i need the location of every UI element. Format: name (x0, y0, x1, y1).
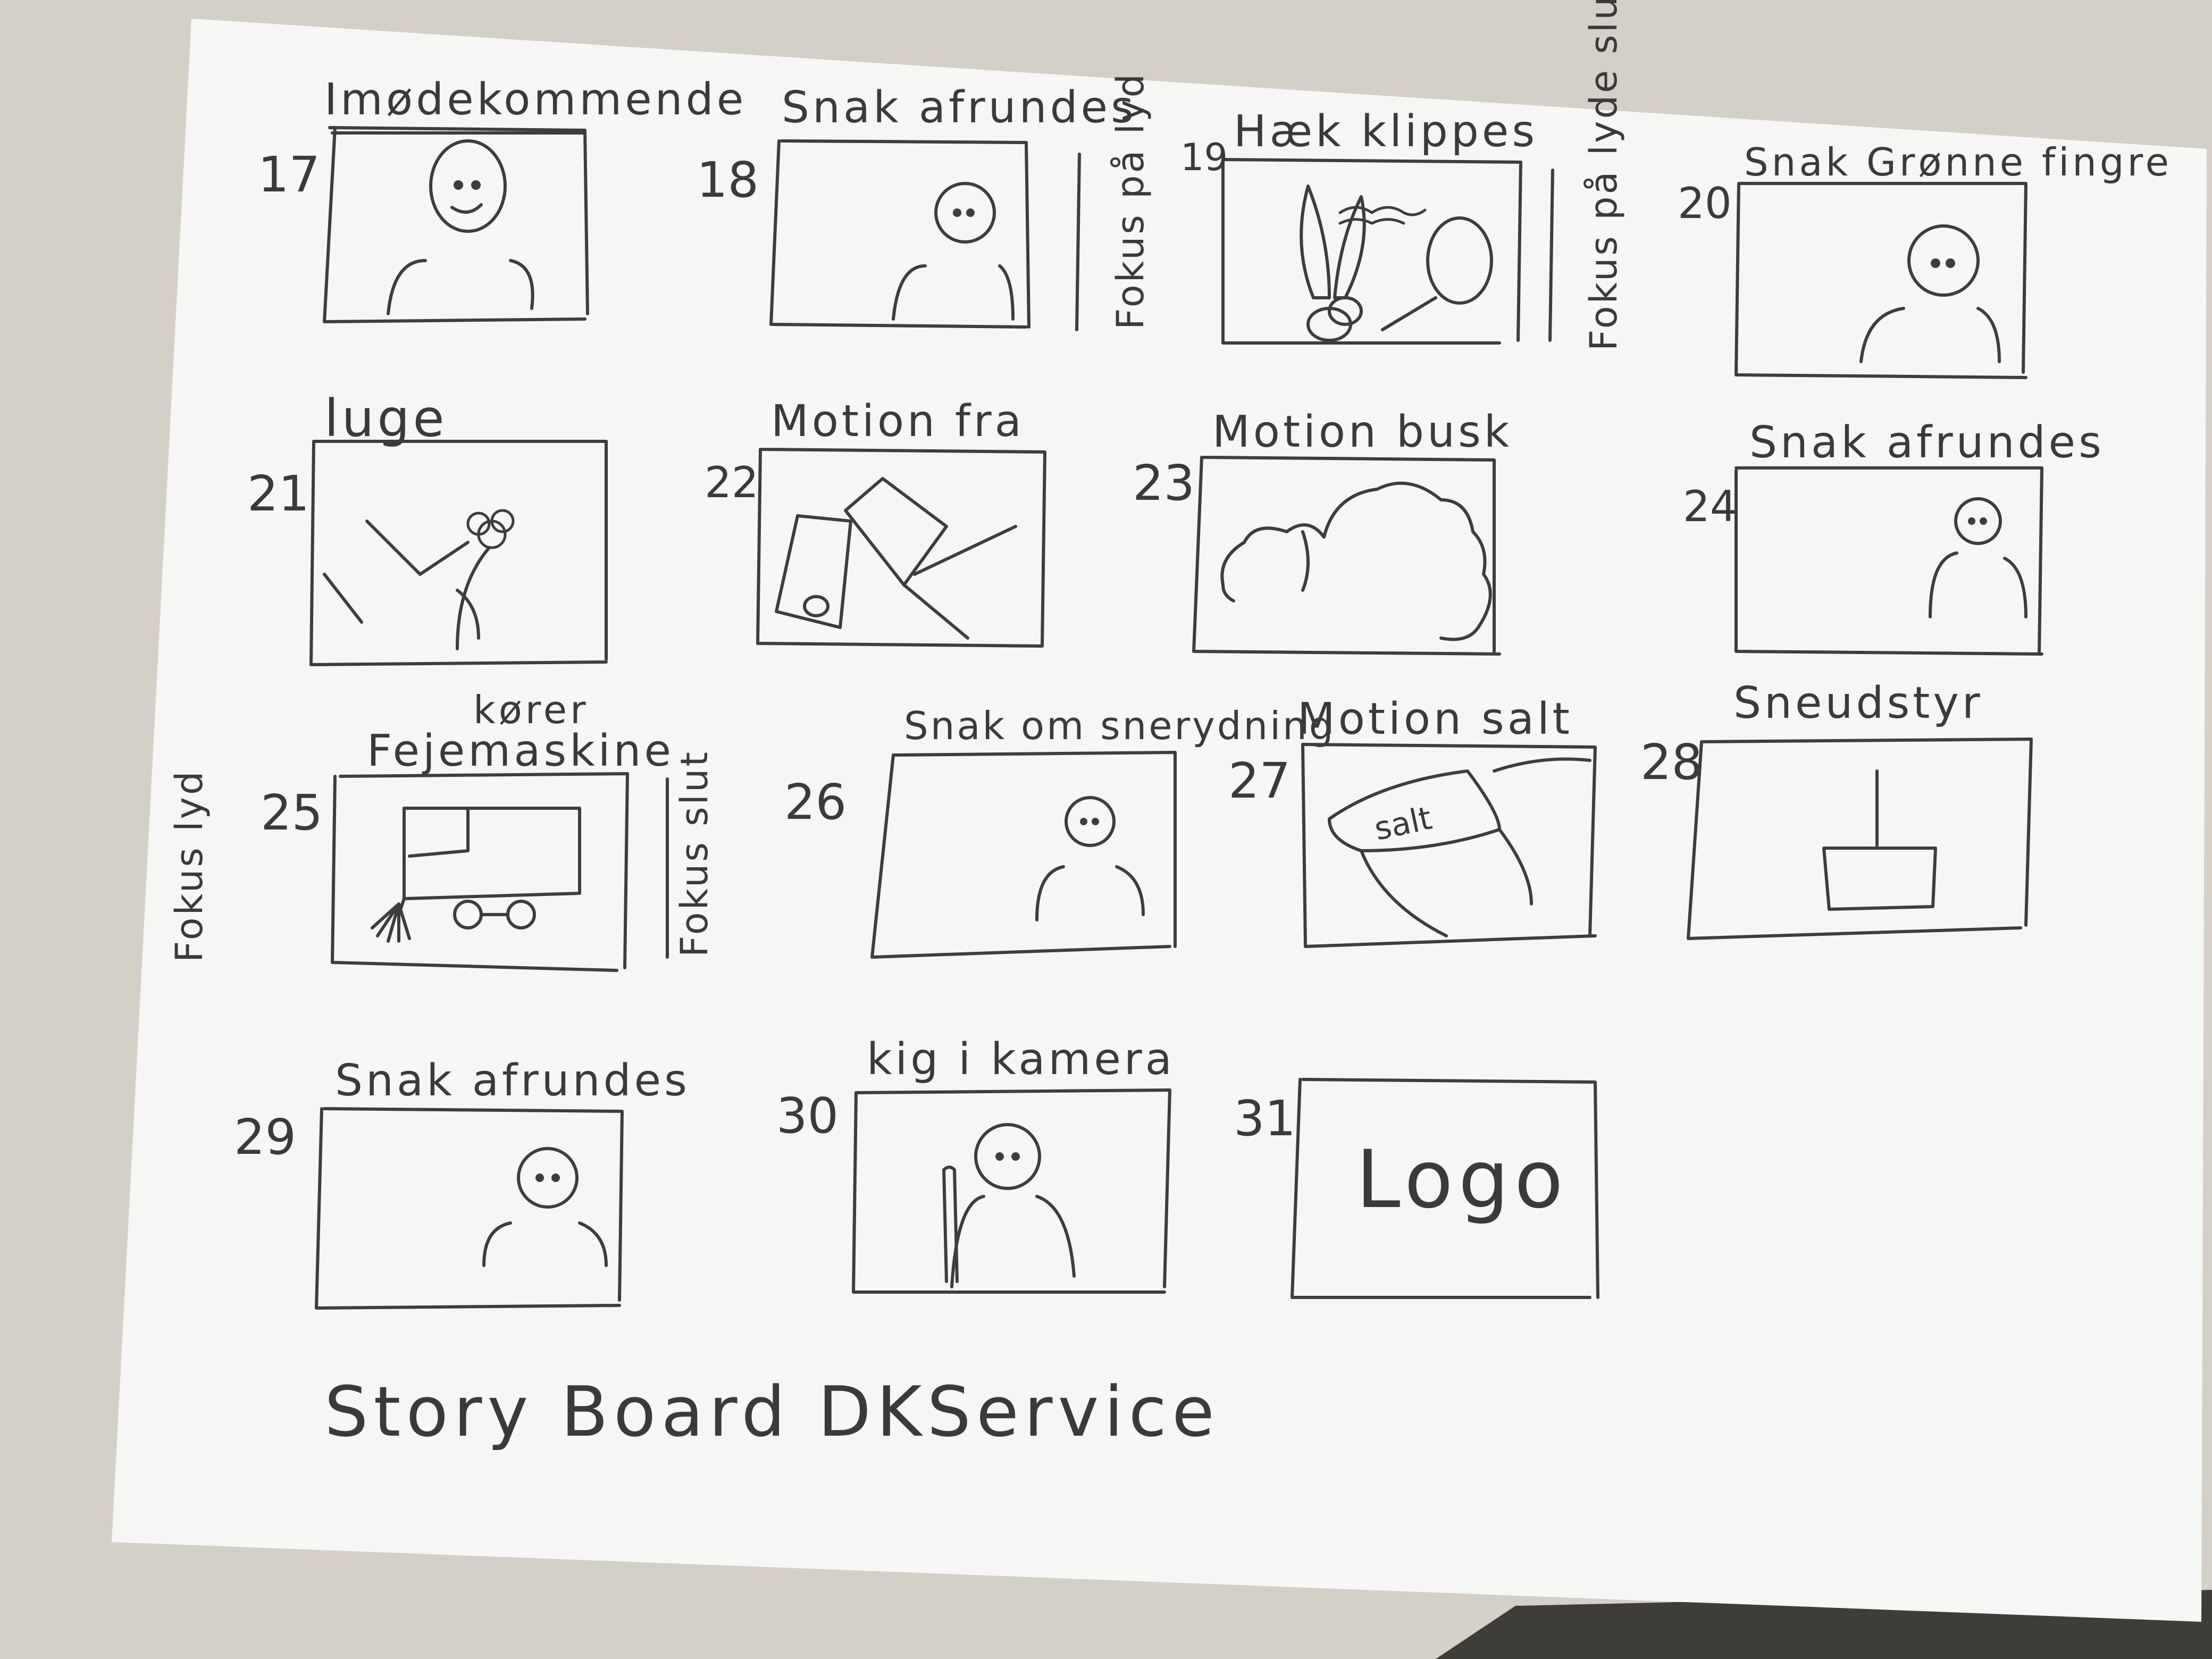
frame-number: 27 (1228, 752, 1291, 809)
storyboard-photo: 17 Imødekommende 18 Snak afrundes Fokus … (0, 0, 2212, 1659)
page-title: Story Board DKService (324, 1371, 1220, 1452)
frame-caption: luge (324, 389, 448, 448)
frame-number: 17 (258, 146, 320, 203)
side-note-after-25: Fokus slut (673, 750, 716, 957)
side-note-before-25: Fokus lyd (167, 769, 211, 962)
frame-number: 28 (1640, 734, 1703, 791)
frame-number: 29 (234, 1109, 296, 1166)
side-note-18: Fokus på lyd (1109, 72, 1152, 330)
frame-number: 24 (1683, 482, 1737, 531)
frame-caption: Imødekommende (324, 74, 747, 125)
frame-caption: Hæk klippes (1234, 106, 1538, 157)
frame-number: 18 (697, 152, 759, 208)
frame-caption: Snak Grønne fingre (1744, 140, 2172, 185)
frame-number: 22 (705, 458, 759, 507)
frame-number: 21 (247, 465, 309, 522)
frame-number: 30 (776, 1087, 839, 1144)
frame-caption: Fejemaskine (367, 726, 674, 776)
frame-caption: Motion busk (1212, 407, 1512, 457)
frame-number: 19 (1180, 136, 1228, 179)
storyboard-sheet: 17 Imødekommende 18 Snak afrundes Fokus … (0, 0, 2212, 1659)
frame-number: 20 (1678, 179, 1732, 228)
frame-number: 23 (1133, 455, 1195, 512)
frame-caption: Snak afrundes (782, 82, 1137, 133)
frame-caption: Snak om snerydning (904, 703, 1335, 748)
side-note-19: Fokus på lyde slut (1582, 0, 1626, 351)
frame-number: 31 (1234, 1090, 1296, 1147)
logo-placeholder: Logo (1356, 1134, 1569, 1226)
frame-number: 26 (784, 774, 847, 831)
frame-caption: kig i kamera (867, 1034, 1175, 1085)
frame-caption: Motion salt (1297, 694, 1573, 744)
frame-caption: Sneudstyr (1733, 678, 1983, 728)
frame-caption: Snak afrundes (335, 1055, 690, 1106)
frame-caption: Snak afrundes (1749, 417, 2105, 468)
frame-number: 25 (261, 784, 323, 841)
frame-caption: Motion fra (771, 396, 1025, 447)
